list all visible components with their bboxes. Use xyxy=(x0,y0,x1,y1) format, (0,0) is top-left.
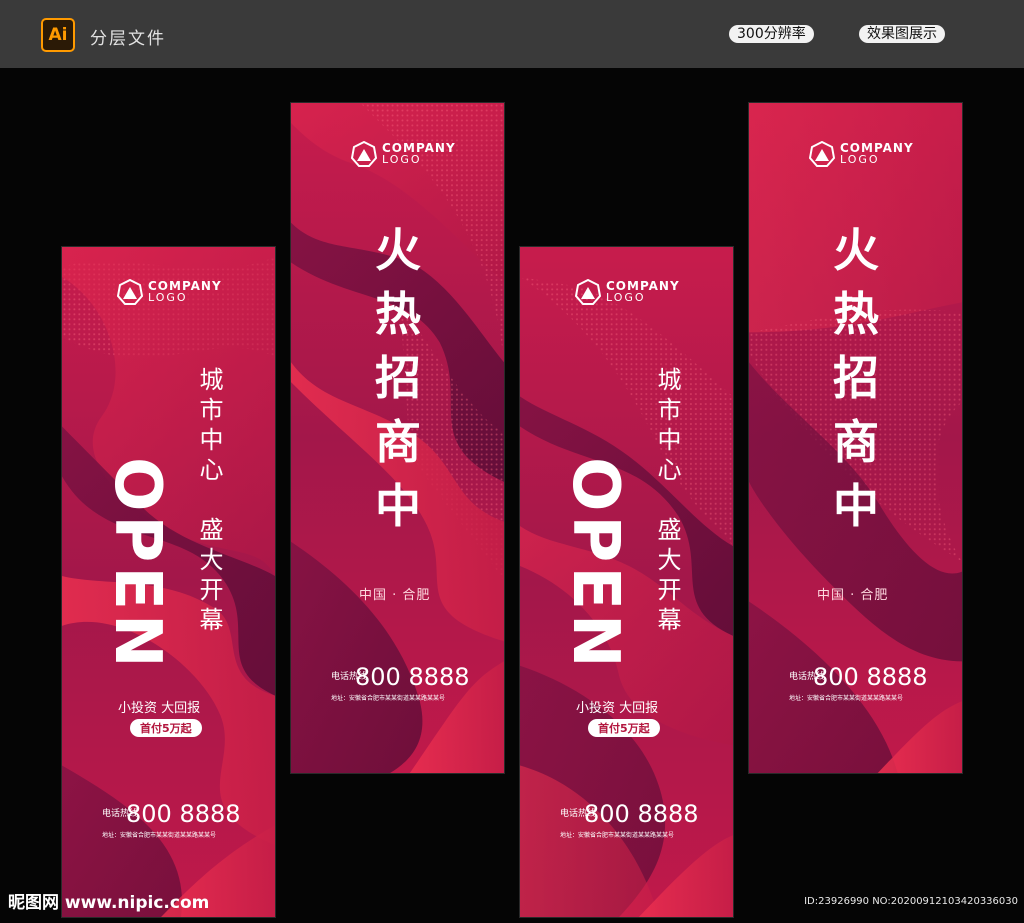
headline-line-1: 城市中心 xyxy=(653,367,681,487)
phone-label: 电话热线 xyxy=(789,672,826,682)
down-payment-badge: 首付5万起 xyxy=(588,719,660,737)
address-text: 地址：安徽省合肥市某某街道某某路某某号 xyxy=(102,832,217,839)
phone-label: 电话热线 xyxy=(102,809,139,819)
headline-char: 中 xyxy=(833,479,879,533)
down-payment-badge: 首付5万起 xyxy=(130,719,202,737)
headline-vertical: 火 热 招 商 中 xyxy=(370,218,426,538)
watermark-id: ID:23926990 NO:20200912103420336030 xyxy=(804,896,1018,907)
company-logo: COMPANY LOGO xyxy=(117,279,222,305)
headline-char: 中 xyxy=(375,479,421,533)
headline-char: 招 xyxy=(833,351,879,405)
illustrator-app-icon: Ai xyxy=(41,18,75,52)
open-banner-2: COMPANY LOGO OPEN 城市中心 盛大开幕 小投资 大回报 首付5万… xyxy=(519,246,734,918)
company-logo: COMPANY LOGO xyxy=(575,279,680,305)
phone-label: 电话热线 xyxy=(560,809,597,819)
preview-badge: 效果图展示 xyxy=(859,25,945,43)
phone-number: 800 8888 xyxy=(355,663,470,691)
headline-line-2: 盛大开幕 xyxy=(195,517,223,637)
logo-sub-text: LOGO xyxy=(148,291,188,304)
open-banner-1: COMPANY LOGO OPEN 城市中心 盛大开幕 小投资 大回报 首付5万… xyxy=(61,246,276,918)
logo-mark-icon xyxy=(117,279,143,305)
headline-char: 热 xyxy=(375,287,421,341)
address-text: 地址：安徽省合肥市某某街道某某路某某号 xyxy=(789,695,904,702)
headline-line-2: 盛大开幕 xyxy=(653,517,681,637)
open-title: OPEN xyxy=(558,457,632,672)
phone-number: 800 8888 xyxy=(813,663,928,691)
headline-char: 商 xyxy=(375,415,421,469)
logo-mark-icon xyxy=(351,141,377,167)
address-text: 地址：安徽省合肥市某某街道某某路某某号 xyxy=(560,832,675,839)
invest-banner-1: COMPANY LOGO 火 热 招 商 中 中国 · 合肥 电话热线 800 … xyxy=(290,102,505,774)
logo-sub-text: LOGO xyxy=(606,291,646,304)
logo-sub-text: LOGO xyxy=(382,153,422,166)
phone-block: 电话热线 800 8888 xyxy=(102,800,241,828)
resolution-badge: 300分辨率 xyxy=(729,25,814,43)
open-title: OPEN xyxy=(100,457,174,672)
logo-mark-icon xyxy=(809,141,835,167)
slogan-text: 小投资 大回报 xyxy=(118,701,201,716)
phone-block: 电话热线 800 8888 xyxy=(331,663,470,691)
city-text: 中国 · 合肥 xyxy=(817,588,889,603)
headline-vertical: 火 热 招 商 中 xyxy=(828,218,884,538)
city-text: 中国 · 合肥 xyxy=(359,588,431,603)
address-text: 地址：安徽省合肥市某某街道某某路某某号 xyxy=(331,695,446,702)
invest-banner-2: COMPANY LOGO 火 热 招 商 中 中国 · 合肥 电话热线 800 … xyxy=(748,102,963,774)
watermark-site: 昵图网 www.nipic.com xyxy=(8,893,210,913)
top-bar: Ai 分层文件 300分辨率 效果图展示 xyxy=(0,0,1024,68)
logo-sub-text: LOGO xyxy=(840,153,880,166)
company-logo: COMPANY LOGO xyxy=(809,141,914,167)
headline-char: 火 xyxy=(833,223,879,277)
headline-char: 招 xyxy=(375,351,421,405)
phone-number: 800 8888 xyxy=(126,800,241,828)
phone-label: 电话热线 xyxy=(331,672,368,682)
headline-char: 火 xyxy=(375,223,421,277)
headline-char: 热 xyxy=(833,287,879,341)
headline-line-1: 城市中心 xyxy=(195,367,223,487)
slogan-text: 小投资 大回报 xyxy=(576,701,659,716)
headline-char: 商 xyxy=(833,415,879,469)
page-title: 分层文件 xyxy=(90,29,166,49)
logo-mark-icon xyxy=(575,279,601,305)
phone-block: 电话热线 800 8888 xyxy=(560,800,699,828)
phone-number: 800 8888 xyxy=(584,800,699,828)
phone-block: 电话热线 800 8888 xyxy=(789,663,928,691)
company-logo: COMPANY LOGO xyxy=(351,141,456,167)
